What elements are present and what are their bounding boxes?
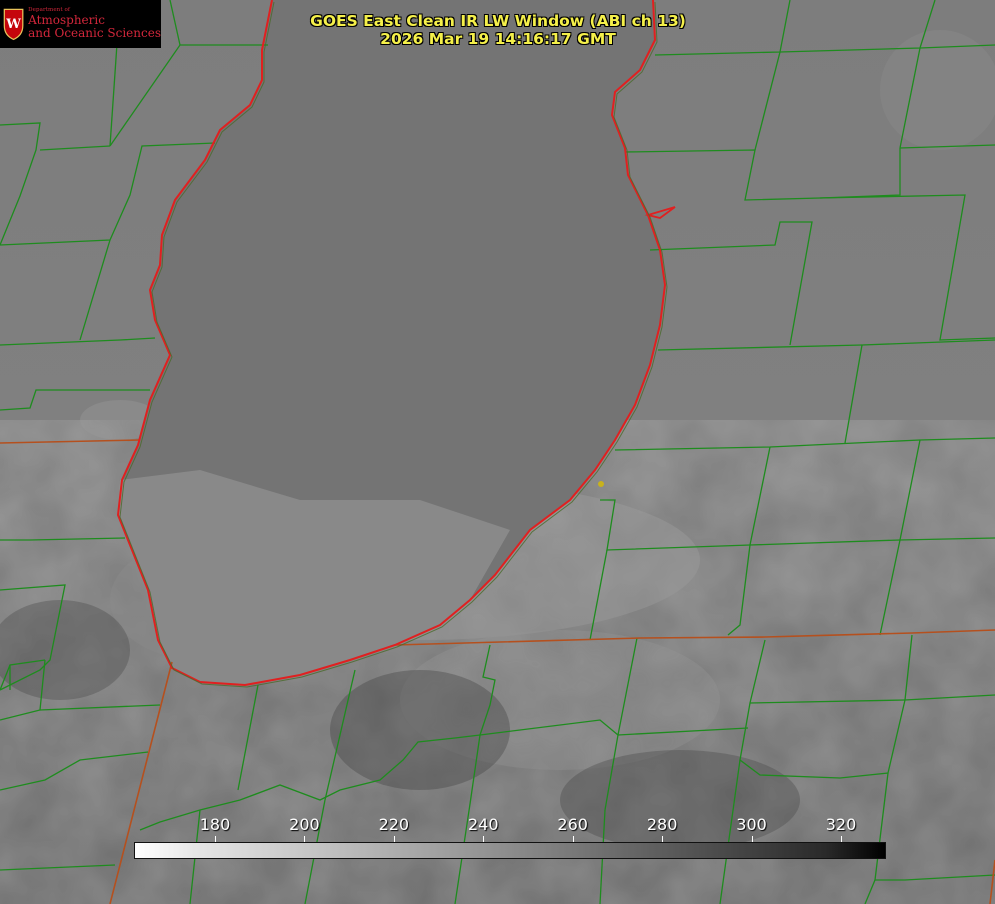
colorbar-tick-mark xyxy=(751,836,753,842)
site-marker xyxy=(598,481,604,487)
colorbar-tick-label: 260 xyxy=(557,815,588,834)
colorbar-tick-label: 180 xyxy=(199,815,231,834)
title-line2: 2026 Mar 19 14:16:17 GMT xyxy=(380,30,616,48)
svg-text:W: W xyxy=(5,17,21,32)
colorbar-tick-label: 240 xyxy=(468,815,499,834)
colorbar-tick-label: 220 xyxy=(378,815,410,834)
colorbar-tick-mark xyxy=(572,836,574,842)
colorbar-tick-mark xyxy=(662,836,664,842)
image-title: GOES East Clean IR LW Window (ABI ch 13)… xyxy=(293,12,703,48)
colorbar-tick-label: 200 xyxy=(289,815,320,834)
uw-aos-logo[interactable]: W Department of Atmospheric and Oceanic … xyxy=(0,0,161,48)
satellite-map xyxy=(0,0,995,904)
colorbar-tick-label: 320 xyxy=(825,815,857,834)
colorbar-tick-label: 300 xyxy=(736,815,767,834)
colorbar-tick-mark xyxy=(483,836,485,842)
colorbar-tick-mark xyxy=(304,836,306,842)
colorbar-tick-mark xyxy=(841,836,842,842)
colorbar xyxy=(134,842,886,859)
uw-crest-icon: W xyxy=(3,8,24,41)
title-line1: GOES East Clean IR LW Window (ABI ch 13) xyxy=(310,12,686,30)
colorbar-tick-mark xyxy=(215,836,216,842)
colorbar-tick-mark xyxy=(393,836,395,842)
logo-line2: and Oceanic Sciences xyxy=(28,25,161,40)
colorbar-tick-label: 280 xyxy=(646,815,678,834)
